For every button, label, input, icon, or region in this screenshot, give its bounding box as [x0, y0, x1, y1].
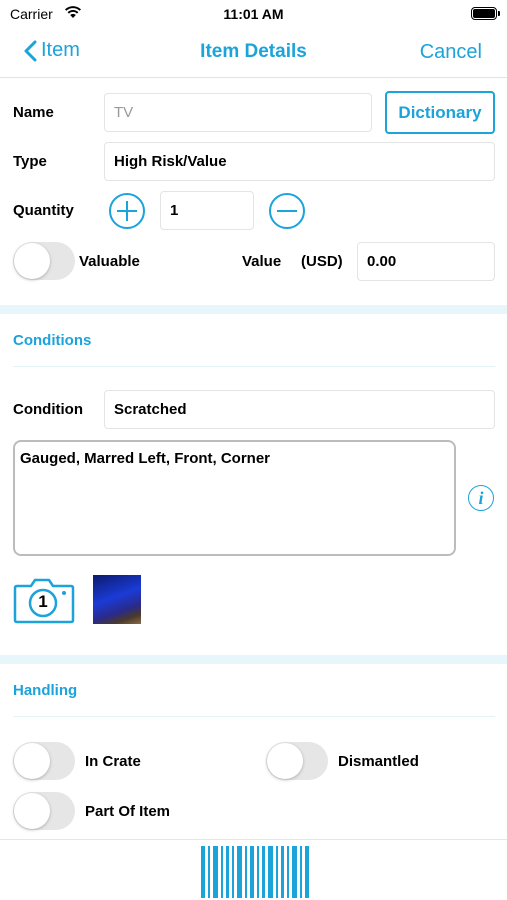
navigation-bar: Item Item Details Cancel	[0, 28, 507, 78]
handling-section-title: Handling	[13, 682, 78, 699]
dictionary-button[interactable]: Dictionary	[385, 91, 495, 134]
info-icon[interactable]: i	[468, 485, 494, 511]
dismantled-label: Dismantled	[338, 753, 419, 770]
toggle-knob	[267, 743, 303, 779]
condition-value: Scratched	[114, 401, 187, 418]
back-button[interactable]: Item	[24, 39, 80, 62]
part-of-item-label: Part Of Item	[85, 803, 171, 820]
value-label: Value	[242, 253, 282, 270]
quantity-label: Quantity	[13, 202, 74, 219]
currency-label: (USD)	[301, 253, 343, 270]
valuable-label: Valuable	[79, 253, 140, 270]
divider	[13, 366, 495, 367]
toggle-knob	[14, 243, 50, 279]
value-amount: 0.00	[367, 253, 397, 270]
condition-notes-textarea[interactable]: Gauged, Marred Left, Front, Corner	[13, 440, 456, 556]
barcode-scan-button[interactable]	[201, 846, 309, 898]
in-crate-toggle[interactable]	[13, 742, 75, 780]
name-field[interactable]: TV	[104, 93, 372, 132]
section-separator	[0, 305, 507, 314]
valuable-toggle[interactable]	[13, 242, 75, 280]
value-field[interactable]: 0.00	[357, 242, 495, 281]
condition-field[interactable]: Scratched	[104, 390, 495, 429]
divider	[13, 716, 495, 717]
condition-label: Condition	[13, 401, 83, 418]
conditions-section-title: Conditions	[13, 332, 92, 349]
clock: 11:01 AM	[223, 6, 284, 22]
cancel-button[interactable]: Cancel	[420, 41, 482, 64]
bottom-divider	[0, 839, 507, 840]
dismantled-toggle[interactable]	[266, 742, 328, 780]
decrement-quantity-button[interactable]	[269, 193, 305, 229]
part-of-item-toggle[interactable]	[13, 792, 75, 830]
name-placeholder: TV	[114, 104, 134, 121]
section-separator	[0, 655, 507, 664]
toggle-knob	[14, 743, 50, 779]
type-value: High Risk/Value	[114, 153, 227, 170]
camera-button[interactable]: 1	[13, 576, 75, 624]
quantity-field[interactable]: 1	[160, 191, 254, 230]
increment-quantity-button[interactable]	[109, 193, 145, 229]
type-field[interactable]: High Risk/Value	[104, 142, 495, 181]
type-label: Type	[13, 153, 47, 170]
status-bar: Carrier 11:01 AM	[0, 0, 507, 28]
back-button-label: Item	[41, 39, 80, 61]
photo-count: 1	[38, 592, 48, 611]
quantity-value: 1	[170, 202, 179, 219]
photo-thumbnail[interactable]	[93, 575, 141, 624]
in-crate-label: In Crate	[85, 753, 141, 770]
battery-icon	[471, 7, 500, 20]
toggle-knob	[14, 793, 50, 829]
name-label: Name	[13, 104, 54, 121]
chevron-left-icon	[24, 40, 37, 61]
